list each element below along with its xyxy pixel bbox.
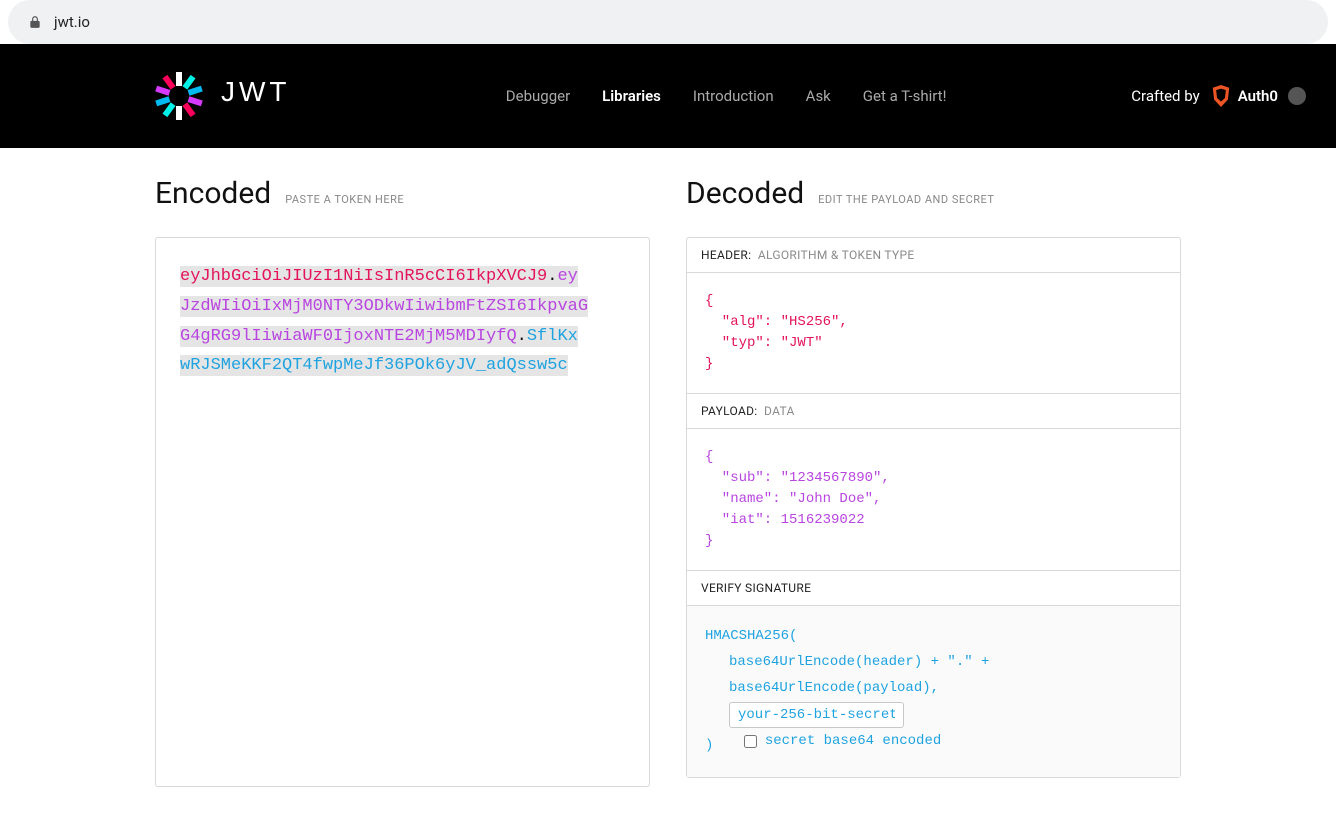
decoded-payload-section: PAYLOAD: DATA { "sub": "1234567890", "na… bbox=[687, 393, 1180, 570]
token-signature-segment: wRJSMeKKF2QT4fwpMeJf36POk6yJV_adQssw5c bbox=[180, 356, 568, 375]
nav-tshirt[interactable]: Get a T-shirt! bbox=[863, 87, 947, 105]
jwt-wordmark-icon: JWT bbox=[221, 77, 321, 107]
auth0-logo-icon bbox=[1210, 85, 1232, 107]
signature-body: HMACSHA256( base64UrlEncode(header) + ".… bbox=[687, 606, 1180, 777]
decoded-column: Decoded EDIT THE PAYLOAD AND SECRET HEAD… bbox=[686, 176, 1181, 787]
nav-ask[interactable]: Ask bbox=[806, 87, 831, 105]
auth0-link[interactable]: Auth0 bbox=[1210, 85, 1278, 107]
nav-debugger[interactable]: Debugger bbox=[506, 87, 570, 105]
crafted-by-label: Crafted by bbox=[1131, 87, 1199, 105]
encoded-token-text: eyJhbGciOiJIUzI1NiIsInR5cCI6IkpXVCJ9.eyJ… bbox=[180, 262, 625, 381]
sig-close-paren: ) bbox=[705, 737, 713, 753]
auth0-text: Auth0 bbox=[1238, 87, 1278, 105]
help-icon[interactable] bbox=[1288, 87, 1306, 105]
decoded-payload-label: PAYLOAD: DATA bbox=[687, 394, 1180, 429]
label-text: PAYLOAD: bbox=[701, 404, 757, 418]
token-payload-segment: JzdWIiOiIxMjM0NTY3ODkwIiwibmFtZSI6IkpvaG bbox=[180, 297, 588, 316]
decoded-header-section: HEADER: ALGORITHM & TOKEN TYPE { "alg": … bbox=[687, 238, 1180, 393]
secret-base64-label[interactable]: secret base64 encoded bbox=[765, 729, 941, 755]
header-right: Crafted by Auth0 bbox=[1131, 85, 1306, 107]
label-dim: DATA bbox=[764, 404, 795, 418]
secret-input[interactable] bbox=[729, 702, 904, 728]
encoded-token-input[interactable]: eyJhbGciOiJIUzI1NiIsInR5cCI6IkpXVCJ9.eyJ… bbox=[155, 237, 650, 787]
browser-address-bar[interactable]: jwt.io bbox=[8, 0, 1328, 44]
verify-signature-label: VERIFY SIGNATURE bbox=[687, 571, 1180, 606]
browser-url: jwt.io bbox=[54, 13, 90, 31]
lock-icon bbox=[28, 15, 42, 29]
encoded-column: Encoded PASTE A TOKEN HERE eyJhbGciOiJIU… bbox=[155, 176, 650, 787]
nav-libraries[interactable]: Libraries bbox=[602, 87, 661, 105]
decoded-payload-json[interactable]: { "sub": "1234567890", "name": "John Doe… bbox=[687, 429, 1180, 570]
nav-introduction[interactable]: Introduction bbox=[693, 87, 774, 105]
encoded-title: Encoded bbox=[155, 176, 271, 211]
logo-text: JWT bbox=[221, 77, 321, 115]
token-payload-segment: G4gRG9lIiwiaWF0IjoxNTE2MjM5MDIyfQ bbox=[180, 327, 517, 346]
secret-base64-checkbox[interactable] bbox=[744, 735, 757, 748]
decoded-header-json[interactable]: { "alg": "HS256", "typ": "JWT" } bbox=[687, 273, 1180, 393]
main-nav: Debugger Libraries Introduction Ask Get … bbox=[506, 87, 947, 105]
decoded-subtitle: EDIT THE PAYLOAD AND SECRET bbox=[818, 193, 994, 206]
token-header-segment: eyJhbGciOiJIUzI1NiIsInR5cCI6IkpXVCJ9 bbox=[180, 267, 547, 286]
verify-signature-section: VERIFY SIGNATURE HMACSHA256( base64UrlEn… bbox=[687, 570, 1180, 777]
decoded-title: Decoded bbox=[686, 176, 804, 211]
token-signature-segment: SflKx bbox=[527, 327, 578, 346]
label-dim: ALGORITHM & TOKEN TYPE bbox=[758, 248, 915, 262]
logo[interactable]: JWT bbox=[155, 72, 321, 120]
decoded-header-label: HEADER: ALGORITHM & TOKEN TYPE bbox=[687, 238, 1180, 273]
token-dot: . bbox=[547, 267, 557, 286]
decoded-pane: HEADER: ALGORITHM & TOKEN TYPE { "alg": … bbox=[686, 237, 1181, 778]
site-header: JWT Debugger Libraries Introduction Ask … bbox=[0, 44, 1336, 148]
label-text: HEADER: bbox=[701, 248, 751, 262]
jwt-logo-icon bbox=[155, 72, 203, 120]
main-content: Encoded PASTE A TOKEN HERE eyJhbGciOiJIU… bbox=[0, 148, 1336, 827]
sig-line-2: base64UrlEncode(header) + "." + bbox=[705, 650, 1162, 676]
token-dot: . bbox=[517, 327, 527, 346]
sig-line-3: base64UrlEncode(payload), bbox=[705, 676, 1162, 702]
encoded-subtitle: PASTE A TOKEN HERE bbox=[285, 193, 404, 206]
token-payload-segment: ey bbox=[557, 267, 577, 286]
sig-line-1: HMACSHA256( bbox=[705, 624, 1162, 650]
